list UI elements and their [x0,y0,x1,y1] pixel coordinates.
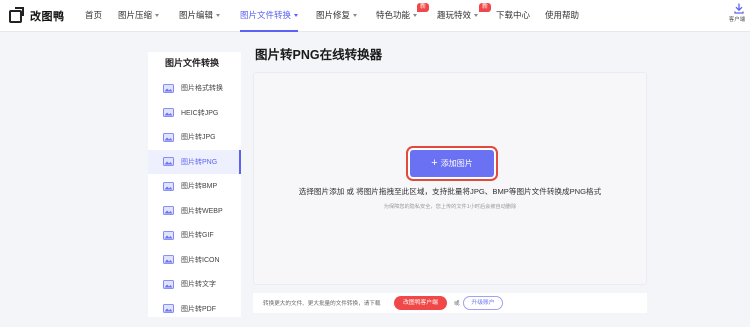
nav-image-compress[interactable]: 图片压缩 [118,0,160,32]
download-icon [734,3,744,14]
image-file-icon [163,132,174,142]
promo-text: 转换更大的文件、更大批量的文件转换，请下载 [263,301,381,307]
upload-drop-zone[interactable] [253,72,647,285]
image-file-icon [163,83,174,93]
new-badge: 新 [479,3,492,12]
image-file-icon [163,230,174,240]
upgrade-account-button[interactable]: 升级账户 [463,296,503,310]
or-text: 或 [454,301,460,307]
sidebar-item-label: 图片转PNG [181,158,218,166]
chevron-down-icon [353,14,358,18]
sidebar-item-image-to-jpg[interactable]: 图片转JPG [148,125,241,150]
nav-download-center[interactable]: 下载中心 [496,0,530,32]
image-file-icon [163,304,174,314]
chevron-down-icon [216,14,221,18]
privacy-note: 为保障您的隐私安全，您上传的文件1小时后会被自动删除 [383,204,517,210]
image-file-icon [163,181,174,191]
bottom-promo-bar: 转换更大的文件、更大批量的文件转换，请下载 改图鸭客户端 或 升级账户 [253,293,647,313]
nav-special-features[interactable]: 特色功能 [376,0,418,32]
plus-icon: + [431,157,438,169]
sidebar-item-label: 图片格式转换 [181,85,223,93]
sidebar-item-label: 图片转WEBP [181,207,223,215]
add-image-button[interactable]: + 添加图片 [410,150,494,177]
upload-hint: 选择图片添加 或 将图片拖拽至此区域，支持批量将JPG、BMP等图片文件转换成P… [298,187,602,196]
nav-image-edit[interactable]: 图片编辑 [179,0,221,32]
sidebar-item-image-to-gif[interactable]: 图片转GIF [148,223,241,248]
page-title: 图片转PNG在线转换器 [255,48,383,62]
sidebar-item-label: HEIC转JPG [181,109,219,117]
sidebar-item-image-to-webp[interactable]: 图片转WEBP [148,199,241,224]
client-label: 客户端 [728,17,746,23]
sidebar-item-image-format-convert[interactable]: 图片格式转换 [148,76,241,101]
nav-image-repair[interactable]: 图片修复 [316,0,358,32]
nav-help[interactable]: 使用帮助 [545,0,579,32]
sidebar-item-label: 图片转JPG [181,134,216,142]
sidebar-item-image-to-bmp[interactable]: 图片转BMP [148,174,241,199]
sidebar-item-image-to-pdf[interactable]: 图片转PDF [148,297,241,322]
image-file-icon [163,206,174,216]
image-file-icon [163,279,174,289]
sidebar-title: 图片文件转换 [165,58,220,68]
nav-image-file-convert[interactable]: 图片文件转换 [240,0,299,32]
image-file-icon [163,157,174,167]
chevron-down-icon [294,14,299,18]
sidebar-item-image-to-png[interactable]: 图片转PNG [148,149,241,174]
chevron-down-icon [413,14,418,18]
main-nav: 首页 图片压缩 图片编辑 图片文件转换 图片修复 特色功能 新 趣玩特效 新 下… [0,0,750,32]
sidebar-item-label: 图片转GIF [181,232,214,240]
sidebar-item-label: 图片转文字 [181,281,216,289]
sidebar-item-label: 图片转PDF [181,305,216,313]
top-navigation-bar: 改图鸭 首页 图片压缩 图片编辑 图片文件转换 图片修复 特色功能 新 趣玩特效… [0,0,750,32]
nav-home[interactable]: 首页 [85,0,102,32]
add-image-label: 添加图片 [440,159,473,168]
chevron-down-icon [155,14,160,18]
client-download[interactable]: 客户端 [728,3,750,23]
new-badge: 新 [417,3,430,12]
sidebar-item-heic-to-jpg[interactable]: HEIC转JPG [148,101,241,126]
sidebar-item-image-to-text[interactable]: 图片转文字 [148,272,241,297]
sidebar: 图片文件转换 图片格式转换 HEIC转JPG 图片转JPG 图片转PNG 图片转… [148,52,241,317]
image-file-icon [163,255,174,265]
chevron-down-icon [474,14,479,18]
sidebar-item-label: 图片转BMP [181,183,218,191]
nav-fun-effects[interactable]: 趣玩特效 [437,0,479,32]
sidebar-item-image-to-icon[interactable]: 图片转ICON [148,248,241,273]
image-file-icon [163,108,174,118]
download-client-button[interactable]: 改图鸭客户端 [394,296,447,310]
sidebar-item-label: 图片转ICON [181,256,220,264]
